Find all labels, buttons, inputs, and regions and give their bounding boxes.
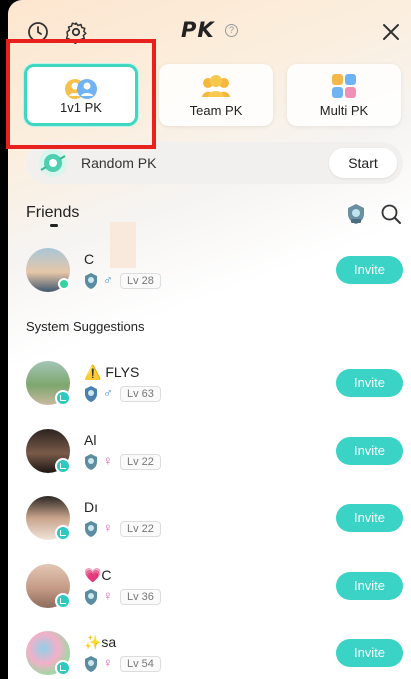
random-pk-bar: Random PK Start [26,142,403,184]
male-icon: ♂ [103,272,113,287]
rank-badge-icon [85,273,97,289]
mode-team-pk[interactable]: Team PK [159,64,273,126]
multi-icon [332,74,356,98]
suggestion-row[interactable]: ✨sa ♀ Lv 54 Invite [8,623,411,679]
live-indicator [55,458,71,474]
invite-button[interactable]: Invite [336,256,403,284]
live-indicator [55,593,71,609]
online-indicator [58,278,70,290]
suggestion-row[interactable]: 💗C ♀ Lv 36 Invite [8,556,411,616]
mode-label: Multi PK [319,103,369,118]
female-icon: ♀ [103,453,113,468]
close-icon[interactable] [379,20,403,44]
female-icon: ♀ [103,520,113,535]
help-icon[interactable]: ? [225,24,239,37]
friend-row[interactable]: C ♂ Lv 28 Invite [8,222,411,300]
rank-badge-icon [85,454,97,470]
invite-button[interactable]: Invite [336,369,403,397]
rank-badge-icon [85,521,97,537]
mode-label: Team PK [189,103,243,118]
level-badge: Lv 28 [120,273,161,289]
female-icon: ♀ [103,588,113,603]
invite-button[interactable]: Invite [336,572,403,600]
random-pk-label: Random PK [81,155,157,171]
pk-panel: PK ? 1v1 PK Team PK Multi PK Random PK S… [8,0,411,679]
level-badge: Lv 36 [120,589,161,605]
random-pk-icon [39,149,67,177]
tab-indicator [50,224,58,227]
male-icon: ♂ [103,385,113,400]
live-indicator [55,390,71,406]
suggestion-row[interactable]: ⚠️ FLYS ♂ Lv 63 Invite [8,353,411,413]
user-name: ✨sa [84,634,117,650]
user-name: Dı [84,499,98,515]
pk-mode-selector: 1v1 PK Team PK Multi PK [24,64,405,126]
redaction [110,222,136,268]
one-vs-one-icon [65,79,97,99]
rank-badge-icon [85,386,97,402]
live-indicator [55,525,71,541]
invite-button[interactable]: Invite [336,639,403,667]
mode-multi-pk[interactable]: Multi PK [287,64,401,126]
user-name: C [84,251,95,267]
level-badge: Lv 54 [120,656,161,672]
suggestion-row[interactable]: Dı ♀ Lv 22 Invite [8,488,411,548]
start-button[interactable]: Start [329,148,397,178]
user-name: Al [84,432,97,448]
friends-heading: Friends [26,204,80,221]
team-icon [202,75,230,97]
suggestion-row[interactable]: Al ♀ Lv 22 Invite [8,421,411,481]
system-suggestions-heading: System Suggestions [26,319,145,334]
mode-label: 1v1 PK [60,100,102,115]
level-badge: Lv 22 [120,454,161,470]
mode-1v1-pk[interactable]: 1v1 PK [24,64,138,126]
page-title: PK [180,18,215,42]
level-badge: Lv 22 [120,521,161,537]
header: PK ? [8,0,411,62]
level-badge: Lv 63 [120,386,161,402]
rank-badge-icon [85,589,97,605]
invite-button[interactable]: Invite [336,437,403,465]
rank-badge-icon [85,656,97,672]
rank-shield-icon[interactable] [345,203,367,225]
female-icon: ♀ [103,655,113,670]
user-name: 💗C [84,567,112,583]
live-indicator [55,660,71,676]
invite-button[interactable]: Invite [336,504,403,532]
search-icon[interactable] [380,203,402,225]
user-name: ⚠️ FLYS [84,364,140,380]
